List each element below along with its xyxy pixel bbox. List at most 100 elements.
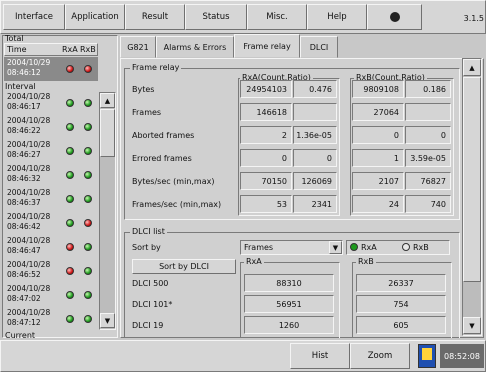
- menu-help[interactable]: Help: [307, 4, 367, 30]
- fr-rxa-count: 53: [240, 195, 292, 213]
- sort-by-select[interactable]: Frames ▼: [240, 240, 343, 255]
- fr-rxa-count: 0: [240, 149, 292, 167]
- interval-date: 2004/10/28: [7, 116, 51, 125]
- radio-rxa[interactable]: [350, 243, 358, 251]
- fr-row-label: Frames/sec (min,max): [132, 200, 222, 209]
- status-icon: [418, 344, 436, 368]
- fr-rxa-count: 70150: [240, 172, 292, 190]
- fr-rxb-count: 2107: [352, 172, 404, 190]
- interval-time: 08:46:42: [7, 222, 41, 231]
- interval-time: 08:46:17: [7, 102, 41, 111]
- col-time-header: Time: [7, 45, 27, 54]
- tab-g821[interactable]: G821: [120, 36, 156, 58]
- dlci-rxa-value: 88310: [244, 274, 334, 292]
- fr-rxa-ratio: 2341: [293, 195, 337, 213]
- sort-by-dlci-button[interactable]: Sort by DLCI: [132, 259, 236, 274]
- sort-by-label: Sort by: [132, 243, 161, 252]
- fr-rxb-ratio: 0.186: [405, 80, 451, 98]
- zoom-button[interactable]: Zoom: [350, 343, 410, 369]
- interval-row[interactable]: 2004/10/28 08:47:12: [4, 307, 99, 331]
- interval-rxb-led: [84, 147, 92, 155]
- fr-rxa-count: 24954103: [240, 80, 292, 98]
- fr-rxb-count: 24: [352, 195, 404, 213]
- fr-rxb-count: 9809108: [352, 80, 404, 98]
- radio-rxb[interactable]: [402, 243, 410, 251]
- fr-rxb-ratio: 76827: [405, 172, 451, 190]
- interval-row[interactable]: 2004/10/28 08:46:22: [4, 115, 99, 139]
- interval-row[interactable]: 2004/10/28 08:46:27: [4, 139, 99, 163]
- interval-date: 2004/10/28: [7, 212, 51, 221]
- interval-row[interactable]: 2004/10/28 08:46:32: [4, 163, 99, 187]
- interval-rxb-led: [84, 219, 92, 227]
- interval-scroll-thumb[interactable]: [100, 109, 115, 157]
- fr-rxb-ratio: 0: [405, 126, 451, 144]
- fr-rxa-ratio: 0.476: [293, 80, 337, 98]
- fr-row-label: Bytes/sec (min,max): [132, 177, 215, 186]
- interval-rxa-led: [66, 315, 74, 323]
- chevron-down-icon: ▼: [329, 241, 342, 254]
- interval-date: 2004/10/28: [7, 92, 51, 101]
- fr-rxb-count: 27064: [352, 103, 404, 121]
- total-row[interactable]: 2004/10/29 08:46:12: [4, 57, 98, 81]
- interval-date: 2004/10/28: [7, 236, 51, 245]
- content-scroll-up[interactable]: ▲: [463, 59, 481, 76]
- interval-rxa-led: [66, 123, 74, 131]
- interval-time: 08:46:37: [7, 198, 41, 207]
- interval-scroll-up[interactable]: ▲: [100, 93, 115, 108]
- interval-time: 08:47:12: [7, 318, 41, 327]
- version-label: 3.1.5: [463, 14, 484, 23]
- dlci-rxa-value: 56951: [244, 295, 334, 313]
- content-scroll-thumb[interactable]: [463, 77, 481, 282]
- interval-date: 2004/10/28: [7, 308, 51, 317]
- interval-rxb-led: [84, 123, 92, 131]
- interval-time: 08:47:02: [7, 294, 41, 303]
- tab-alarms-errors[interactable]: Alarms & Errors: [156, 36, 234, 58]
- fr-rxa-count: 146618: [240, 103, 292, 121]
- interval-time: 08:46:27: [7, 150, 41, 159]
- interval-row[interactable]: 2004/10/28 08:46:52: [4, 259, 99, 283]
- fr-rxb-count: 1: [352, 149, 404, 167]
- interval-row[interactable]: 2004/10/28 08:46:47: [4, 235, 99, 259]
- dlci-row-label: DLCI 500: [132, 279, 169, 288]
- dlci-rxb-header: RxB: [356, 257, 376, 266]
- interval-rxb-led: [84, 171, 92, 179]
- interval-rxa-led: [66, 99, 74, 107]
- tab-dlci[interactable]: DLCI: [300, 36, 338, 58]
- menu-interface[interactable]: Interface: [3, 4, 65, 30]
- interval-date: 2004/10/28: [7, 284, 51, 293]
- interval-rxb-led: [84, 195, 92, 203]
- interval-row[interactable]: 2004/10/28 08:47:02: [4, 283, 99, 307]
- interval-rxb-led: [84, 291, 92, 299]
- interval-rxb-led: [84, 99, 92, 107]
- menu-result[interactable]: Result: [125, 4, 185, 30]
- tab-frame-relay[interactable]: Frame relay: [234, 34, 300, 58]
- dlci-rxb-value: 605: [356, 316, 446, 334]
- interval-rxa-led: [66, 171, 74, 179]
- menu-misc[interactable]: Misc.: [247, 4, 307, 30]
- fr-rxb-ratio: 3.59e-05: [405, 149, 451, 167]
- bottom-bar: [0, 340, 486, 372]
- content-scroll-down[interactable]: ▼: [463, 317, 481, 334]
- col-rxa-header: RxA: [62, 45, 78, 54]
- total-rxa-led: [66, 65, 74, 73]
- camera-button[interactable]: [367, 4, 422, 30]
- interval-date: 2004/10/28: [7, 140, 51, 149]
- interval-date: 2004/10/28: [7, 188, 51, 197]
- total-rxb-led: [84, 65, 92, 73]
- interval-scroll-down[interactable]: ▼: [100, 313, 115, 328]
- menu-application[interactable]: Application: [65, 4, 125, 30]
- interval-rxa-led: [66, 219, 74, 227]
- menu-status[interactable]: Status: [185, 4, 247, 30]
- interval-rxb-led: [84, 243, 92, 251]
- interval-row[interactable]: 2004/10/28 08:46:37: [4, 187, 99, 211]
- total-label: Total: [5, 34, 24, 43]
- dlci-row-label: DLCI 101*: [132, 300, 173, 309]
- current-label: Current: [5, 331, 36, 340]
- fr-row-label: Bytes: [132, 85, 155, 94]
- dlci-rxb-value: 26337: [356, 274, 446, 292]
- interval-rxa-led: [66, 147, 74, 155]
- fr-rxb-ratio: 740: [405, 195, 451, 213]
- hist-button[interactable]: Hist: [290, 343, 350, 369]
- interval-row[interactable]: 2004/10/28 08:46:42: [4, 211, 99, 235]
- interval-row[interactable]: 2004/10/28 08:46:17: [4, 91, 99, 115]
